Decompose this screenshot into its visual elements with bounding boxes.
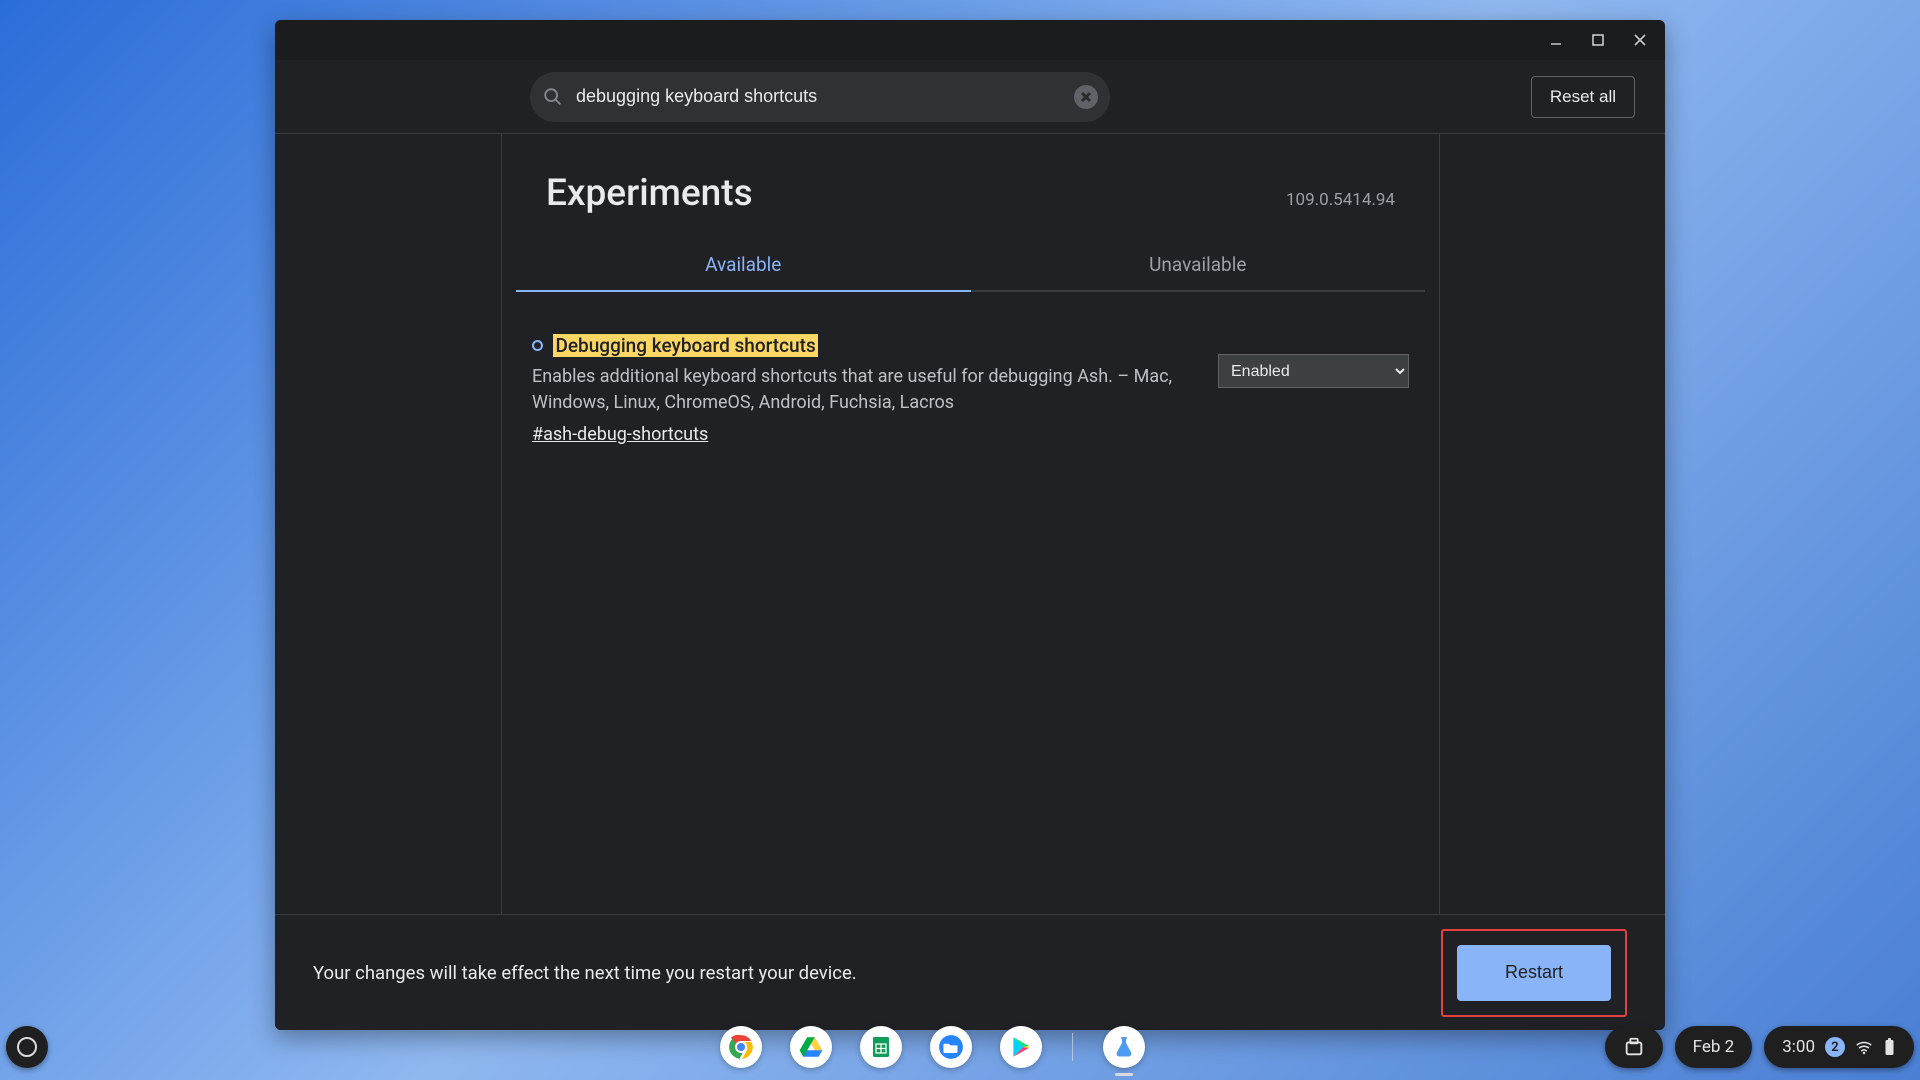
drive-icon	[798, 1034, 824, 1060]
wifi-icon	[1855, 1038, 1873, 1056]
tab-available[interactable]: Available	[516, 239, 971, 292]
panel-header: Experiments 109.0.5414.94	[502, 134, 1439, 239]
reset-all-button[interactable]: Reset all	[1531, 76, 1635, 118]
flags-app-icon[interactable]	[1103, 1026, 1145, 1068]
chrome-app-icon[interactable]	[720, 1026, 762, 1068]
system-tray: Feb 2 3:00 2	[1605, 1026, 1914, 1068]
date-tray[interactable]: Feb 2	[1675, 1026, 1753, 1068]
maximize-button[interactable]	[1581, 24, 1615, 56]
play-store-app-icon[interactable]	[1000, 1026, 1042, 1068]
play-icon	[1008, 1034, 1034, 1060]
footer: Your changes will take effect the next t…	[275, 914, 1665, 1030]
flag-description: Enables additional keyboard shortcuts th…	[532, 366, 1172, 413]
version-text: 109.0.5414.94	[1286, 190, 1395, 210]
time-text: 3:00	[1782, 1037, 1815, 1057]
status-tray[interactable]: 3:00 2	[1764, 1026, 1914, 1068]
search-box[interactable]	[530, 72, 1110, 122]
flag-text: Debugging keyboard shortcuts Enables add…	[532, 332, 1192, 448]
flag-anchor-link[interactable]: #ash-debug-shortcuts	[532, 422, 1192, 448]
chrome-flags-window: Reset all Experiments 109.0.5414.94 Avai…	[275, 20, 1665, 1030]
flag-title: Debugging keyboard shortcuts	[553, 334, 817, 357]
search-icon	[542, 86, 564, 108]
experiments-panel: Experiments 109.0.5414.94 Available Unav…	[502, 134, 1440, 914]
flag-item: Debugging keyboard shortcuts Enables add…	[532, 332, 1409, 448]
close-icon	[1080, 91, 1092, 103]
shelf-apps	[720, 1026, 1145, 1068]
tote-tray[interactable]	[1605, 1026, 1663, 1068]
modified-indicator-icon	[532, 340, 543, 351]
sheets-app-icon[interactable]	[860, 1026, 902, 1068]
close-icon	[1633, 33, 1647, 47]
restart-highlight: Restart	[1441, 929, 1627, 1017]
minimize-icon	[1549, 33, 1563, 47]
window-titlebar	[275, 20, 1665, 60]
clear-search-button[interactable]	[1074, 85, 1098, 109]
shelf-divider	[1072, 1033, 1073, 1061]
restart-button[interactable]: Restart	[1457, 945, 1611, 1001]
close-button[interactable]	[1623, 24, 1657, 56]
drive-app-icon[interactable]	[790, 1026, 832, 1068]
maximize-icon	[1591, 33, 1605, 47]
restart-message: Your changes will take effect the next t…	[313, 962, 1421, 984]
flask-icon	[1112, 1035, 1136, 1059]
tote-icon	[1623, 1036, 1645, 1058]
chrome-icon	[726, 1032, 756, 1062]
minimize-button[interactable]	[1539, 24, 1573, 56]
flag-state-select[interactable]: DefaultEnabledDisabled	[1218, 354, 1409, 388]
sheets-icon	[869, 1035, 893, 1059]
tab-unavailable[interactable]: Unavailable	[971, 239, 1426, 292]
notification-badge: 2	[1825, 1037, 1845, 1057]
files-app-icon[interactable]	[930, 1026, 972, 1068]
shelf: Feb 2 3:00 2	[6, 1020, 1914, 1074]
folder-icon	[938, 1034, 964, 1060]
tabs: Available Unavailable	[502, 239, 1439, 292]
battery-icon	[1883, 1037, 1896, 1057]
launcher-icon	[17, 1037, 37, 1057]
flag-list: Debugging keyboard shortcuts Enables add…	[502, 292, 1439, 448]
header: Reset all	[275, 60, 1665, 134]
body: Experiments 109.0.5414.94 Available Unav…	[275, 134, 1665, 914]
launcher-button[interactable]	[6, 1026, 48, 1068]
search-input[interactable]	[564, 86, 1074, 107]
date-text: Feb 2	[1693, 1037, 1735, 1057]
page-title: Experiments	[546, 172, 753, 215]
left-gutter	[275, 134, 502, 914]
right-gutter	[1440, 134, 1665, 914]
